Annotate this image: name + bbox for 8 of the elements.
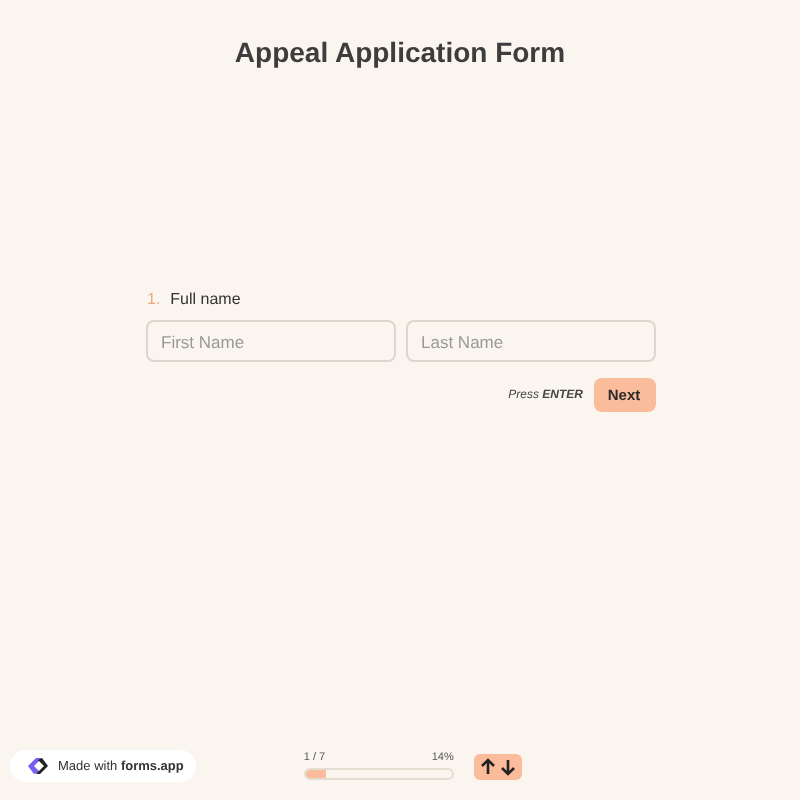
next-question-button[interactable] [499, 757, 516, 775]
question-label: Full name [170, 290, 241, 308]
question-number: 1. [147, 290, 161, 308]
name-field[interactable]: Last Name [405, 320, 655, 362]
form-title: Appeal Application Form [234, 36, 566, 68]
logo-icon [26, 756, 50, 776]
previous-button[interactable] [479, 757, 496, 775]
name-field[interactable]: First Name [145, 320, 395, 362]
